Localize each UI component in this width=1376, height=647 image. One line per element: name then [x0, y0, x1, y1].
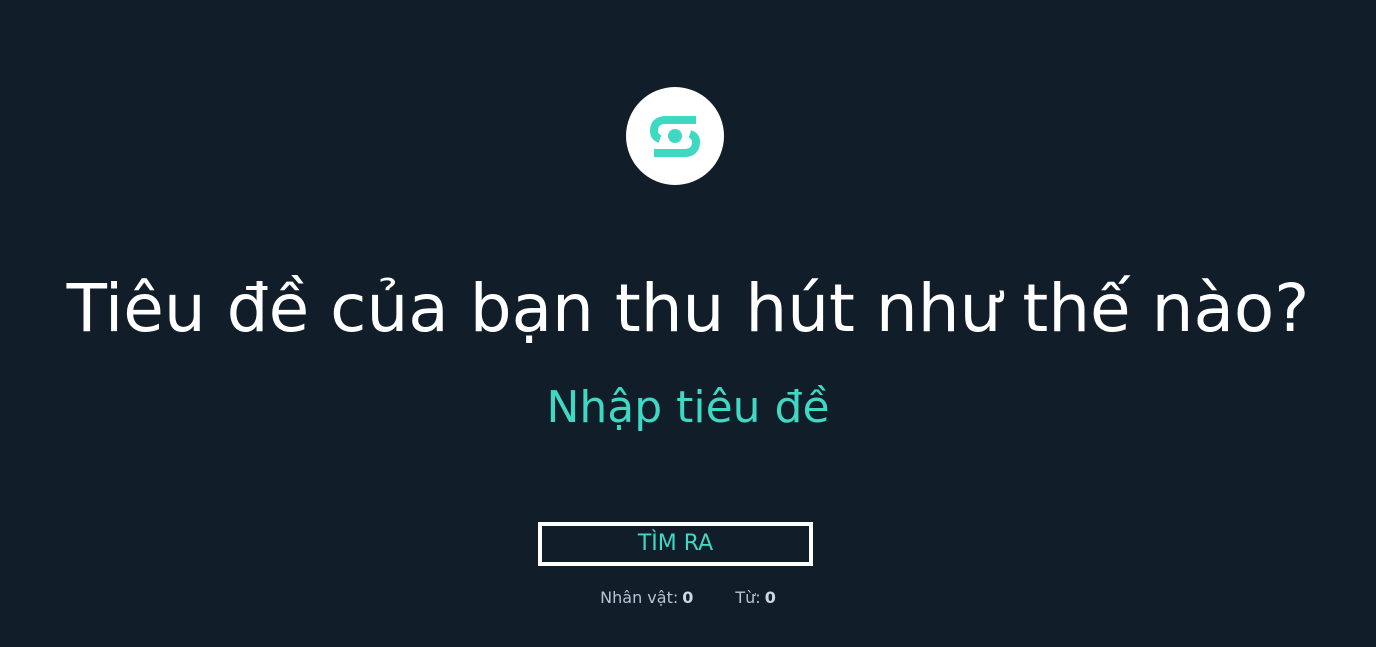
- word-count: Từ: 0: [735, 587, 775, 609]
- character-count: Nhân vật: 0: [600, 587, 693, 609]
- word-count-value: 0: [764, 588, 776, 607]
- character-count-label: Nhân vật:: [600, 588, 679, 607]
- headline-input[interactable]: [388, 376, 988, 438]
- counter-stats: Nhân vật: 0 Từ: 0: [0, 587, 1376, 609]
- page-title: Tiêu đề của bạn thu hút như thế nào?: [66, 270, 1310, 347]
- brand-logo: [626, 87, 724, 185]
- headline-analyzer-page: Tiêu đề của bạn thu hút như thế nào? TÌM…: [0, 0, 1376, 647]
- teal-swirl-logo-icon: [649, 116, 701, 157]
- find-button[interactable]: TÌM RA: [538, 522, 813, 566]
- character-count-value: 0: [682, 588, 694, 607]
- word-count-label: Từ:: [735, 588, 761, 607]
